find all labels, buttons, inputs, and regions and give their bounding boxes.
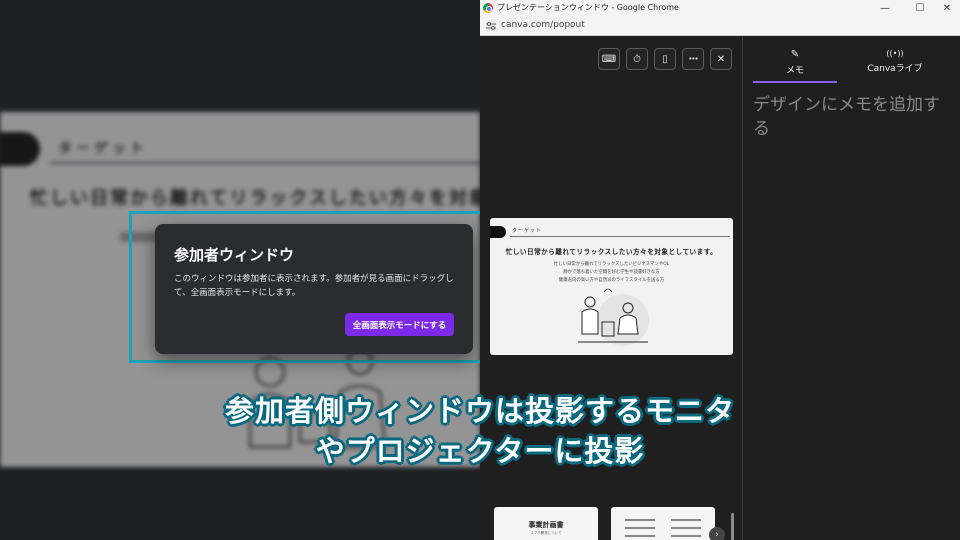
window-titlebar: プレゼンテーションウィンドウ - Google Chrome — ☐ ✕	[480, 0, 960, 16]
participant-window-dialog: 参加者ウィンドウ このウィンドウは参加者に表示されます。参加者が見る画面にドラッ…	[155, 224, 473, 354]
active-tab-indicator	[753, 81, 837, 83]
notes-icon: ✎	[790, 49, 800, 60]
tab-label: Canvaライブ	[867, 64, 923, 74]
slide-illustration	[578, 288, 649, 346]
url-text: canva.com/popout	[501, 20, 585, 30]
dialog-body: このウィンドウは参加者に表示されます。参加者が見る画面にドラッグして、全画面表示…	[174, 274, 454, 298]
thumbnail-row	[671, 535, 701, 537]
maximize-button[interactable]: ☐	[905, 0, 935, 16]
more-icon: •••	[688, 55, 698, 63]
thumbnail-row	[671, 527, 701, 529]
thumbnail-row	[625, 535, 655, 537]
tab-canva-live[interactable]: ((•)) Canvaライブ	[853, 49, 937, 74]
thumbnail-title: 事業計画書	[528, 521, 564, 529]
close-presenter-button[interactable]: ✕	[710, 48, 732, 70]
slide-subline: 忙しい日常から離れてリラックスしたいビジネスマンやOL	[553, 262, 670, 267]
slide-tag-label: ターゲット	[512, 228, 543, 234]
dialog-title: 参加者ウィンドウ	[174, 246, 295, 264]
slide-tag-pill	[490, 226, 506, 238]
thumbnail-row	[671, 519, 701, 521]
timer-button[interactable]: ⏱	[626, 48, 648, 70]
slide-subline: 静かで落ち着いた空間を好む学生や読書好きな方	[563, 270, 660, 275]
thumbnail-row	[625, 519, 655, 521]
thumbnail-row	[625, 527, 655, 529]
thumbnail-scrollbar[interactable]	[731, 513, 734, 540]
slide-divider	[510, 236, 730, 237]
address-bar[interactable]: canva.com/popout	[480, 16, 960, 36]
chevron-right-icon[interactable]: ›	[709, 527, 725, 540]
chrome-logo-icon	[483, 3, 493, 13]
remote-control-button[interactable]: ▯	[654, 48, 676, 70]
keyboard-shortcuts-button[interactable]: ⌨	[598, 48, 620, 70]
timer-icon: ⏱	[633, 53, 641, 65]
keyboard-icon: ⌨	[601, 53, 617, 65]
slide-thumbnail[interactable]: 事業計画書 スマホ開発について	[494, 507, 598, 540]
tab-notes[interactable]: ✎ メモ	[753, 49, 837, 76]
notes-input[interactable]: デザインにメモを追加する	[753, 93, 953, 141]
broadcast-icon: ((•))	[886, 49, 904, 58]
more-options-button[interactable]: •••	[682, 48, 704, 70]
site-settings-icon[interactable]	[485, 20, 497, 32]
fullscreen-mode-button[interactable]: 全画面表示モードにする	[345, 313, 454, 336]
current-slide-preview: ターゲット 忙しい日常から離れてリラックスしたい方々を対象としています。 忙しい…	[490, 218, 733, 355]
close-window-button[interactable]: ✕	[932, 0, 960, 16]
slide-headline: 忙しい日常から離れてリラックスしたい方々を対象としています。	[505, 248, 718, 256]
caption-line-1: 参加者側ウィンドウは投影するモニタ	[224, 394, 735, 428]
tab-label: メモ	[785, 66, 804, 76]
caption-line-2: やプロジェクターに投影	[315, 434, 645, 468]
remote-icon: ▯	[662, 53, 668, 65]
close-icon: ✕	[716, 53, 726, 65]
minimize-button[interactable]: —	[870, 0, 900, 16]
slide-thumbnail[interactable]	[611, 507, 715, 540]
window-title: プレゼンテーションウィンドウ - Google Chrome	[497, 3, 679, 12]
thumbnail-subtitle: スマホ開発について	[530, 531, 562, 535]
